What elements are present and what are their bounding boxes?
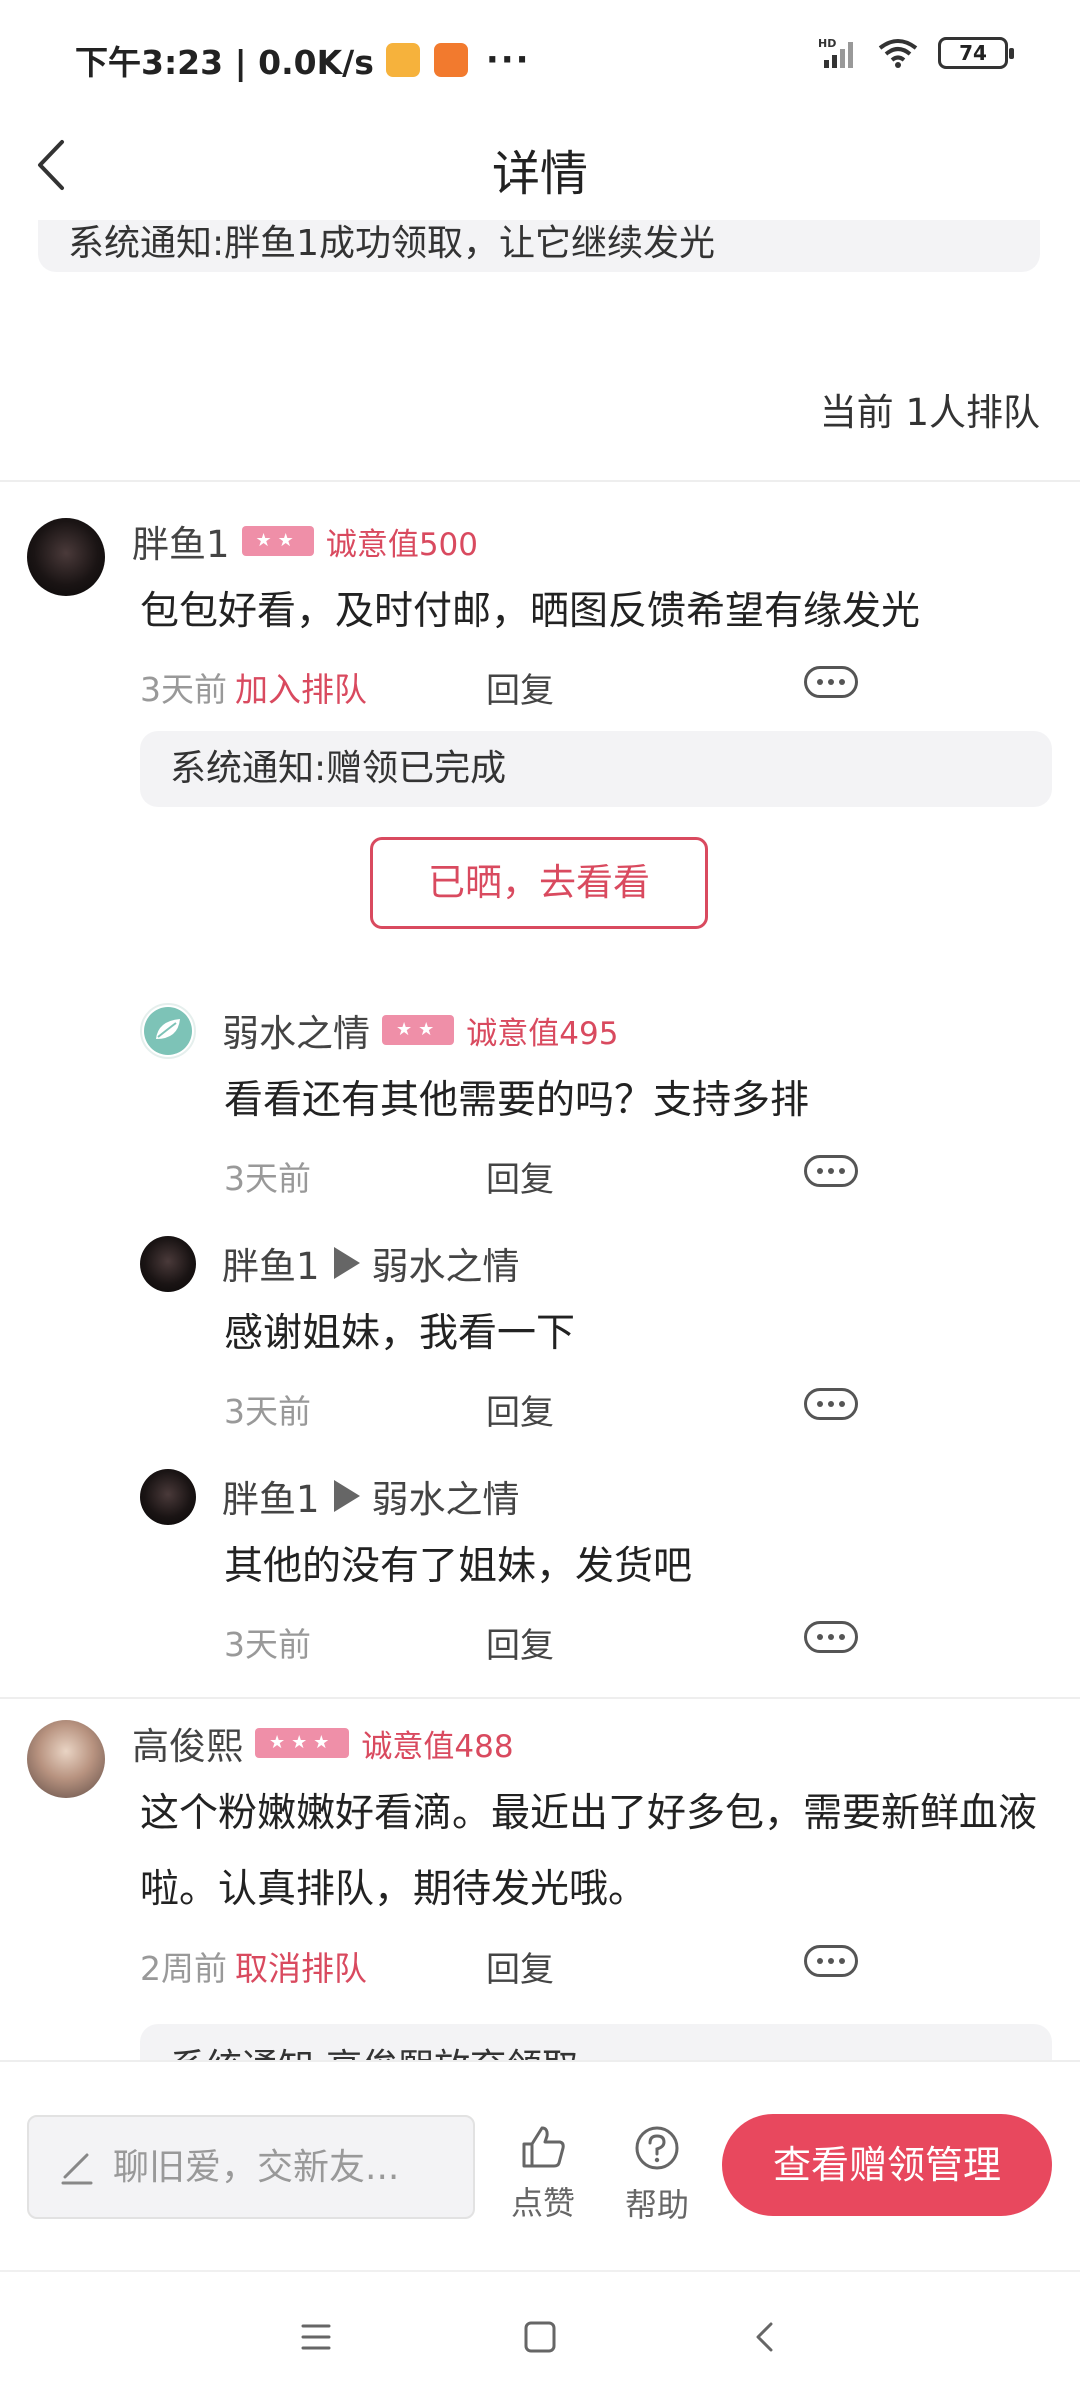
like-button[interactable]: 点赞	[498, 2124, 588, 2224]
signal-icon: HD	[818, 37, 853, 68]
menu-key[interactable]	[291, 2312, 341, 2362]
reply-user-row: 胖鱼1 弱水之情	[222, 1236, 520, 1290]
thumbs-up-icon	[522, 2126, 565, 2168]
system-navigation-bar	[0, 2270, 1080, 2400]
section-divider	[0, 480, 1080, 482]
home-key[interactable]	[515, 2312, 565, 2362]
star-level-badge: ★★	[382, 1015, 455, 1045]
more-options-button[interactable]	[804, 1945, 858, 1977]
cancel-queue-link[interactable]: 取消排队	[235, 1949, 367, 1988]
comment-text: 这个粉嫩嫩好看滴。最近出了好多包，需要新鲜血液啦。认真排队，期待发光哦。	[140, 1791, 1038, 1912]
reply-button[interactable]: 回复	[486, 1152, 554, 1201]
top-system-notice-text: 系统通知:胖鱼1成功领取，让它继续发光	[68, 223, 716, 264]
username[interactable]: 胖鱼1	[222, 1236, 320, 1290]
comment-user-row: 胖鱼1 ★★ 诚意值500	[132, 514, 478, 568]
reply-time: 3天前	[224, 1159, 311, 1198]
comment-input-box[interactable]	[27, 2115, 475, 2219]
status-left: 下午3:23 | 0.0K/s ···	[75, 36, 531, 84]
help-label: 帮助	[624, 2186, 689, 2224]
username[interactable]: 胖鱼1	[132, 514, 230, 568]
back-key[interactable]	[740, 2312, 790, 2362]
star-level-badge: ★★	[241, 526, 314, 556]
avatar[interactable]	[140, 1469, 196, 1525]
view-posted-button[interactable]: 已晒，去看看	[370, 837, 708, 929]
comment-user-row: 高俊熙 ★★★ 诚意值488	[132, 1716, 514, 1770]
reply-user-row: 弱水之情 ★★ 诚意值495	[222, 1003, 618, 1057]
avatar[interactable]	[140, 1236, 196, 1292]
back-triangle-icon	[756, 2322, 773, 2352]
comment-meta: 3天前 加入排队	[140, 663, 367, 711]
more-notifications-icon: ···	[485, 40, 531, 80]
comment-meta: 2周前 取消排队	[140, 1942, 367, 1990]
reply-button[interactable]: 回复	[486, 1385, 554, 1434]
page-title: 详情	[491, 146, 588, 202]
status-right: HD 74	[818, 36, 1014, 70]
username[interactable]: 胖鱼1	[222, 1469, 320, 1523]
reply-text: 感谢姐妹，我看一下	[224, 1311, 576, 1356]
username[interactable]: 弱水之情	[222, 1003, 370, 1057]
reply-button[interactable]: 回复	[486, 663, 554, 712]
reply-text: 其他的没有了姐妹，发货吧	[224, 1544, 693, 1589]
help-button[interactable]: 帮助	[612, 2124, 702, 2226]
help-icon	[635, 2126, 679, 2170]
app-store-icon	[433, 43, 468, 77]
star-level-badge: ★★★	[255, 1728, 350, 1758]
sincerity-value: 诚意值500	[325, 526, 478, 563]
status-bar: 下午3:23 | 0.0K/s ··· HD 74	[0, 0, 1080, 110]
battery-icon: 74	[938, 37, 1014, 69]
leaf-logo-icon	[144, 1007, 192, 1055]
network-type-label: HD	[818, 37, 836, 50]
comment-time: 3天前	[140, 670, 227, 709]
comments-content[interactable]: 系统通知:胖鱼1成功领取，让它继续发光 当前 1人排队 胖鱼1 ★★ 诚意值50…	[0, 220, 1080, 2060]
username[interactable]: 高俊熙	[132, 1716, 243, 1770]
reply-to-username[interactable]: 弱水之情	[372, 1236, 520, 1290]
view-gift-management-button[interactable]: 查看赠领管理	[722, 2114, 1052, 2216]
more-options-button[interactable]	[804, 666, 858, 698]
pencil-icon	[61, 2153, 93, 2185]
top-system-notice: 系统通知:胖鱼1成功领取，让它继续发光	[38, 220, 1040, 272]
like-label: 点赞	[510, 2184, 575, 2222]
avatar[interactable]	[27, 1720, 105, 1798]
menu-icon	[301, 2324, 331, 2350]
more-options-button[interactable]	[804, 1621, 858, 1653]
reply-to-arrow-icon	[333, 1247, 360, 1279]
comment-time: 2周前	[140, 1949, 227, 1988]
reply-time: 3天前	[224, 1625, 311, 1664]
system-notice: 系统通知:高俊熙放弃领取	[140, 2024, 1052, 2060]
comment-input[interactable]	[113, 2146, 453, 2188]
more-options-button[interactable]	[804, 1155, 858, 1187]
system-notice-text: 系统通知:赠领已完成	[170, 748, 507, 789]
reply-button[interactable]: 回复	[486, 1618, 554, 1667]
comment-divider	[0, 1697, 1080, 1699]
join-queue-link[interactable]: 加入排队	[235, 670, 367, 709]
more-options-button[interactable]	[804, 1388, 858, 1420]
home-square-icon	[524, 2321, 556, 2353]
comment-text: 包包好看，及时付邮，晒图反馈希望有缘发光	[140, 589, 921, 634]
queue-count: 当前 1人排队	[819, 391, 1040, 434]
reply-time: 3天前	[224, 1392, 311, 1431]
app-notification-icon	[385, 43, 420, 77]
reply-to-username[interactable]: 弱水之情	[372, 1469, 520, 1523]
reply-text: 看看还有其他需要的吗？支持多排	[224, 1078, 810, 1123]
system-notice-text: 系统通知:高俊熙放弃领取	[170, 2047, 578, 2060]
status-time-speed: 下午3:23 | 0.0K/s	[75, 43, 374, 82]
wifi-icon	[878, 39, 918, 68]
navigation-header: 详情	[0, 110, 1080, 220]
sincerity-value: 诚意值488	[361, 1728, 514, 1765]
avatar[interactable]	[27, 518, 105, 596]
reply-button[interactable]: 回复	[486, 1942, 554, 1991]
bottom-action-bar: 点赞 帮助 查看赠领管理	[0, 2060, 1080, 2270]
reply-user-row: 胖鱼1 弱水之情	[222, 1469, 520, 1523]
reply-to-arrow-icon	[333, 1480, 360, 1512]
avatar[interactable]	[140, 1003, 196, 1059]
sincerity-value: 诚意值495	[466, 1015, 619, 1052]
system-notice: 系统通知:赠领已完成	[140, 731, 1052, 807]
